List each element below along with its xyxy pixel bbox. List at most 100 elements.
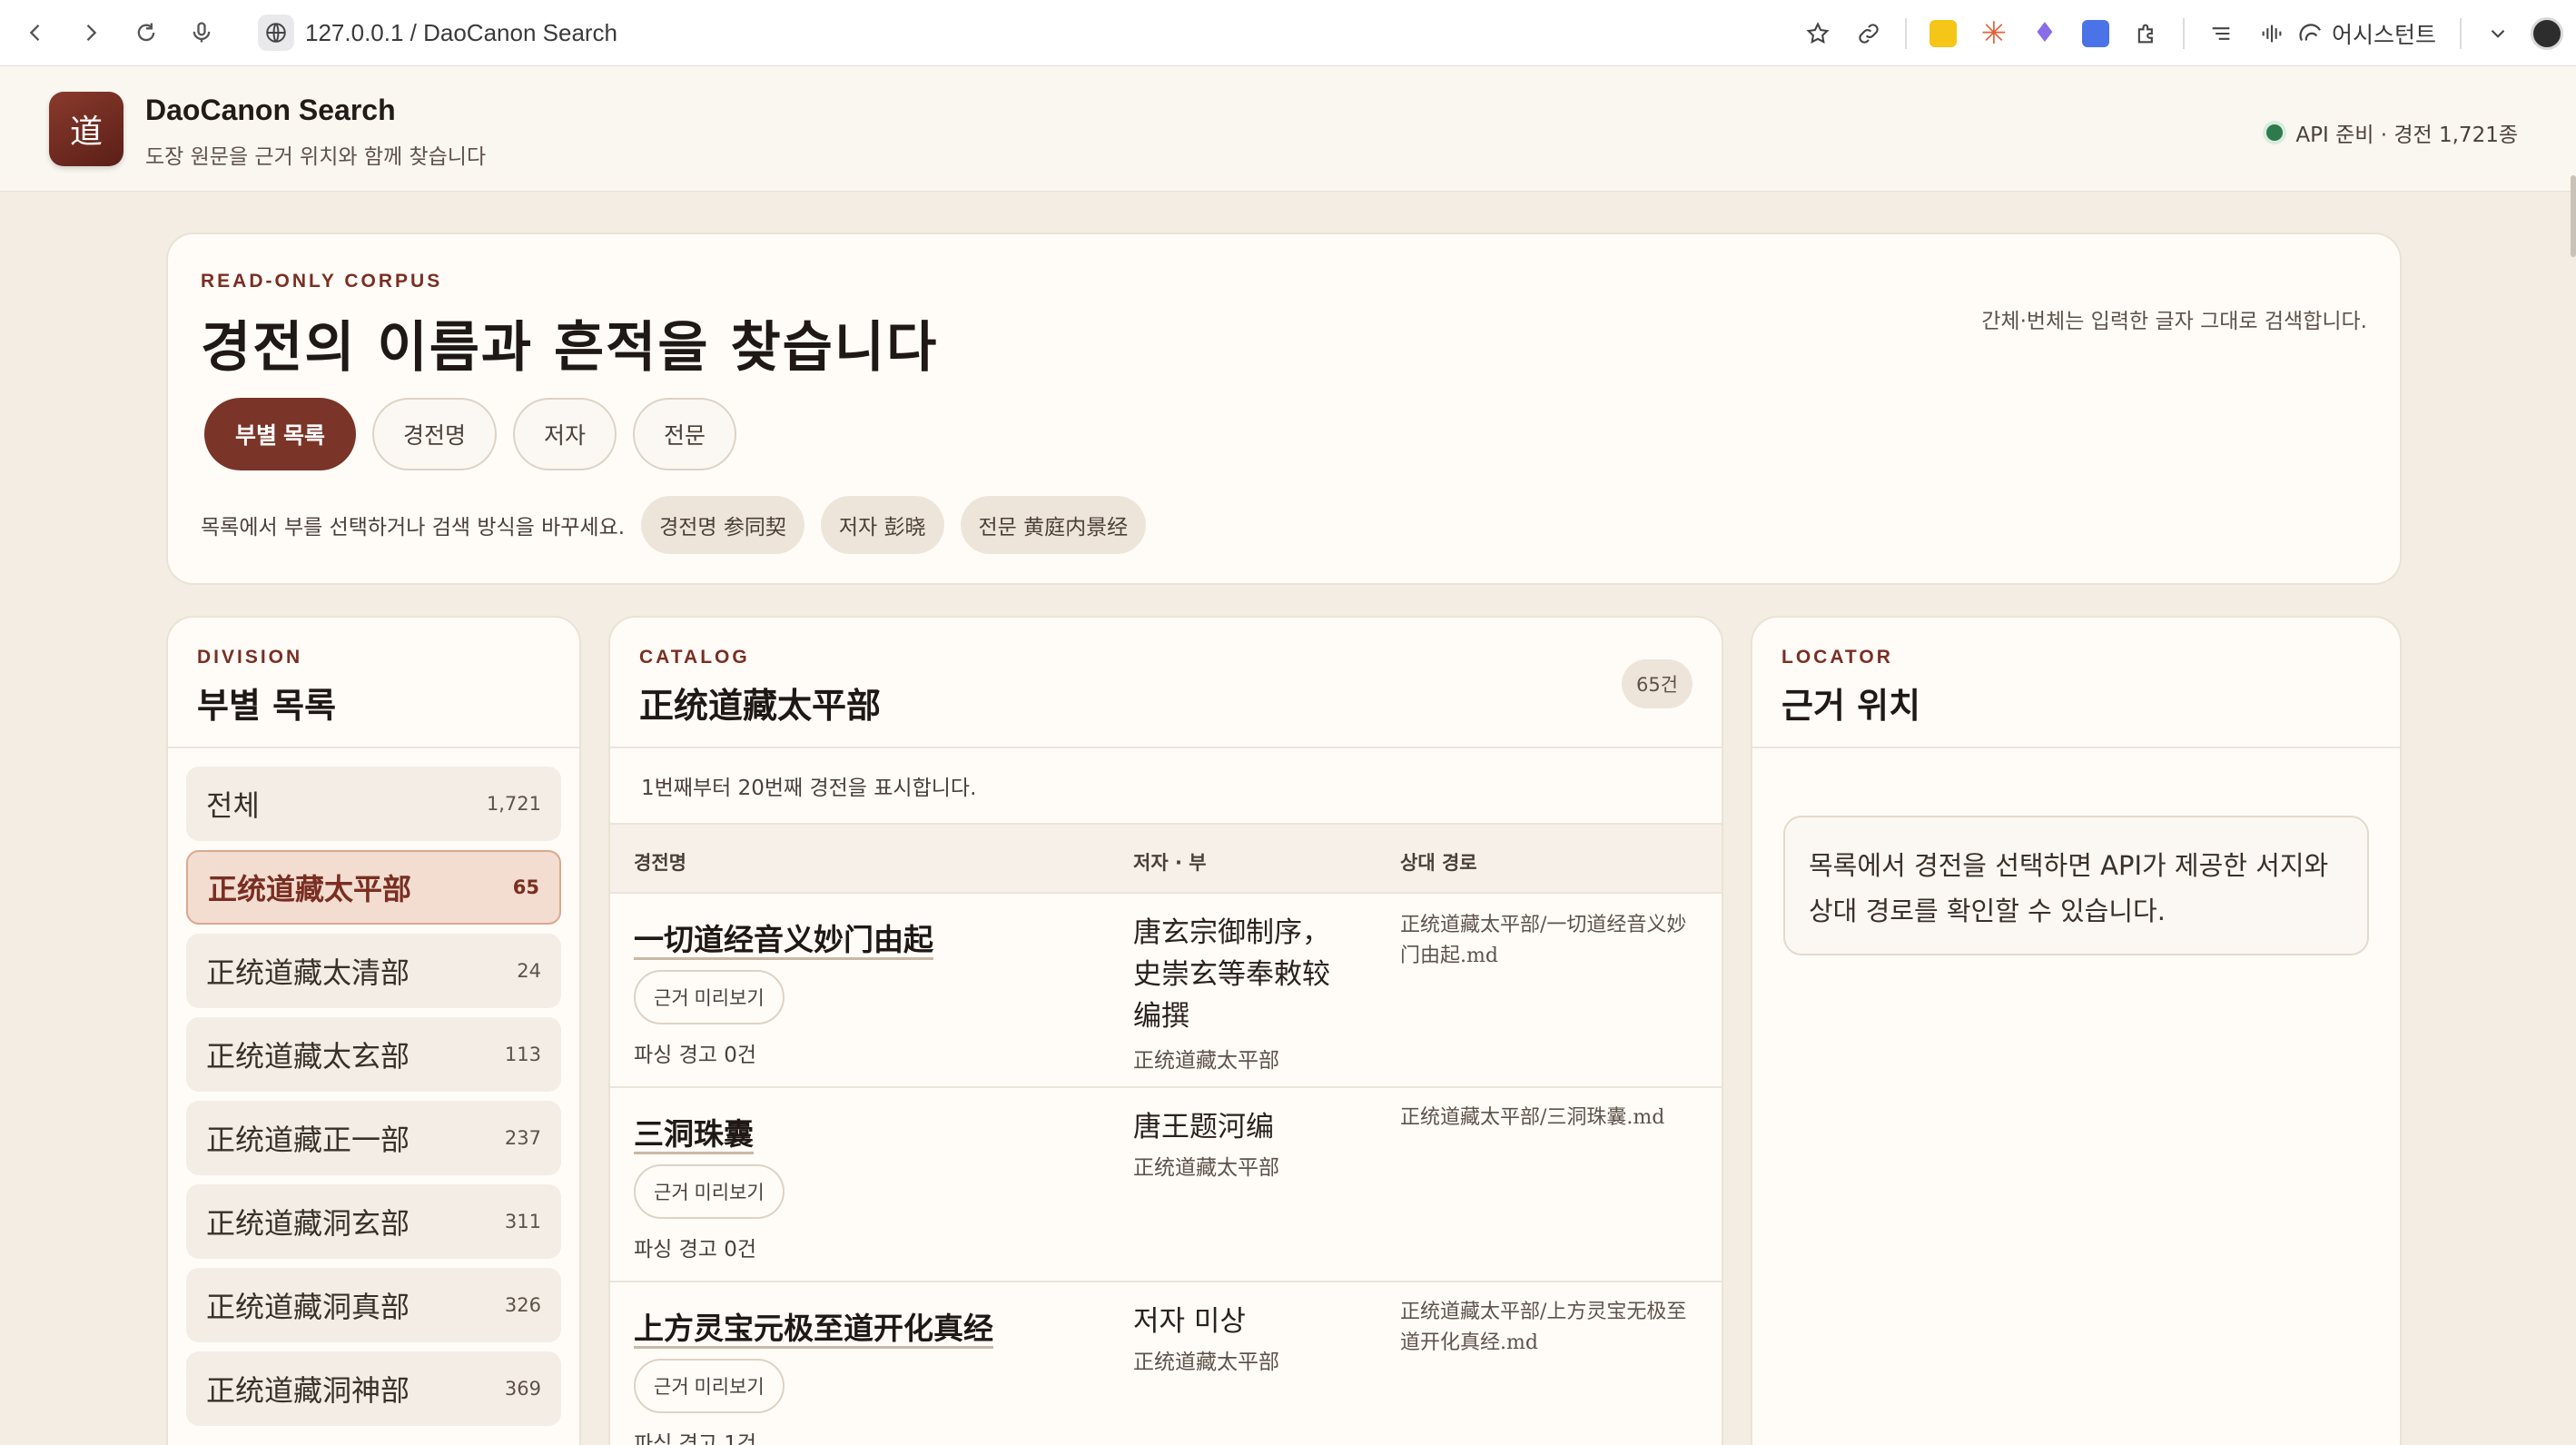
locator-title: 근거 위치 — [1781, 685, 1921, 726]
parse-warning: 파싱 경고 0건 — [634, 1044, 757, 1067]
division-item-name: 正统道藏洞玄部 — [206, 1206, 410, 1241]
author-division: 正统道藏太平部 — [1133, 1351, 1279, 1374]
division-panel: DIVISION 부별 목록 전체 1,721 正统道藏太平部 65 正统道藏太… — [166, 616, 581, 1445]
relative-path: 正统道藏太平部/一切道经音义妙门由起.md — [1400, 914, 1687, 967]
division-item-taixuan[interactable]: 正统道藏太玄部 113 — [186, 1017, 561, 1092]
division-item-dongzhen[interactable]: 正统道藏洞真部 326 — [186, 1268, 561, 1342]
division-item-count: 311 — [504, 1211, 541, 1232]
division-item-count: 237 — [504, 1127, 541, 1149]
chevron-down-icon[interactable] — [2476, 12, 2520, 55]
tab-title[interactable]: 경전명 — [371, 398, 497, 470]
hero-title: 경전의 이름과 흔적을 찾습니다 — [201, 316, 939, 380]
example-chip[interactable]: 전문 黄庭内景经 — [960, 496, 1147, 554]
author-division: 正统道藏太平部 — [1133, 1049, 1279, 1073]
catalog-eyebrow: CATALOG — [639, 647, 750, 668]
author-text: 唐王题河编 — [1133, 1111, 1274, 1143]
profile-avatar[interactable] — [2531, 16, 2563, 50]
scripture-title-link[interactable]: 上方灵宝元极至道开化真经 — [634, 1304, 993, 1348]
evidence-preview-button[interactable]: 근거 미리보기 — [634, 1164, 785, 1219]
relative-path: 正统道藏太平部/三洞珠囊.md — [1400, 1106, 1665, 1129]
extension-flame-icon[interactable]: ♦ — [2023, 12, 2067, 55]
assistant-button[interactable]: 어시스턴트 — [2297, 17, 2436, 50]
microphone-icon[interactable] — [182, 13, 222, 53]
table-row: 三洞珠囊 근거 미리보기 파싱 경고 0건 唐王题河编 正统道藏太平部 正统道藏… — [610, 1088, 1722, 1282]
division-item-name: 正统道藏太清部 — [206, 955, 410, 990]
assistant-label[interactable]: 어시스턴트 — [2332, 17, 2436, 50]
relative-path: 正统道藏太平部/上方灵宝无极至道开化真经.md — [1400, 1301, 1687, 1354]
voice-waveform-icon[interactable] — [2250, 12, 2294, 55]
browser-toolbar: 127.0.0.1 / DaoCanon Search ✳ ♦ 어시스턴트 — [0, 0, 2576, 66]
author-division: 正统道藏太平部 — [1133, 1156, 1279, 1180]
author-text: 저자 미상 — [1133, 1305, 1246, 1338]
extension-note-icon[interactable] — [1921, 12, 1965, 55]
search-mode-tabs: 부별 목록 경전명 저자 전문 — [204, 398, 736, 470]
app-subtitle: 도장 원문을 근거 위치와 함께 찾습니다 — [145, 145, 487, 169]
hint-row: 목록에서 부를 선택하거나 검색 방식을 바꾸세요. 경전명 参同契 저자 彭晓… — [201, 496, 1147, 554]
locator-panel: LOCATOR 근거 위치 목록에서 경전을 선택하면 API가 제공한 서지와… — [1751, 616, 2402, 1445]
catalog-count-badge: 65건 — [1621, 659, 1693, 708]
division-item-zhengyi[interactable]: 正统道藏正一部 237 — [186, 1101, 561, 1175]
extension-spark-icon[interactable]: ✳ — [1972, 12, 2016, 55]
tab-fulltext[interactable]: 전문 — [632, 398, 736, 470]
catalog-table-header: 경전명 저자 · 부 상대 경로 — [610, 825, 1722, 894]
toolbar-divider — [2460, 17, 2462, 49]
division-item-name: 正统道藏太平部 — [208, 872, 412, 906]
catalog-range-note: 1번째부터 20번째 경전을 표시합니다. — [610, 748, 1722, 825]
division-item-all[interactable]: 전체 1,721 — [186, 767, 561, 841]
division-item-taiqing[interactable]: 正统道藏太清部 24 — [186, 934, 561, 1008]
division-item-count: 1,721 — [486, 793, 541, 815]
tab-author[interactable]: 저자 — [512, 398, 617, 470]
column-header-author: 저자 · 부 — [1133, 852, 1207, 874]
column-header-path: 상대 경로 — [1400, 852, 1477, 874]
app-header: 道 DaoCanon Search 도장 원문을 근거 위치와 함께 찾습니다 … — [0, 66, 2576, 192]
address-text[interactable]: 127.0.0.1 / DaoCanon Search — [305, 19, 617, 47]
reload-icon[interactable] — [126, 13, 166, 53]
extension-shield-icon[interactable] — [2074, 12, 2117, 55]
hero-eyebrow: READ-ONLY CORPUS — [201, 271, 443, 292]
division-item-taiping[interactable]: 正统道藏太平部 65 — [186, 850, 561, 925]
division-item-count: 326 — [504, 1294, 541, 1316]
division-item-count: 65 — [512, 876, 539, 898]
locator-empty-message: 목록에서 경전을 선택하면 API가 제공한 서지와 상대 경로를 확인할 수 … — [1783, 816, 2369, 955]
app-logo: 道 — [49, 92, 123, 166]
app-title: DaoCanon Search — [145, 94, 396, 126]
example-chip[interactable]: 경전명 参同契 — [641, 496, 804, 554]
forward-icon[interactable] — [71, 13, 111, 53]
scripture-title-link[interactable]: 一切道经音义妙门由起 — [634, 915, 933, 959]
hero-note: 간체·번체는 입력한 글자 그대로 검색합니다. — [1981, 310, 2367, 333]
catalog-title: 正统道藏太平部 — [639, 685, 882, 726]
scripture-title-link[interactable]: 三洞珠囊 — [634, 1110, 754, 1153]
catalog-panel: CATALOG 正统道藏太平部 65건 1번째부터 20번째 경전을 표시합니다… — [608, 616, 1723, 1445]
scrollbar-thumb[interactable] — [2571, 175, 2576, 257]
parse-warning: 파싱 경고 0건 — [634, 1238, 757, 1262]
tab-division-list[interactable]: 부별 목록 — [204, 398, 356, 470]
bookmark-star-icon[interactable] — [1796, 12, 1840, 55]
page-scrollbar[interactable] — [2571, 66, 2576, 1445]
column-header-title: 경전명 — [634, 852, 686, 874]
division-item-name: 正统道藏洞真部 — [206, 1290, 410, 1324]
division-item-count: 24 — [517, 960, 541, 982]
globe-icon[interactable] — [258, 15, 294, 51]
division-item-name: 正统道藏太玄部 — [206, 1039, 410, 1074]
parse-warning: 파싱 경고 1건 — [634, 1432, 757, 1445]
status-dot-icon — [2266, 124, 2284, 141]
address-bar[interactable]: 127.0.0.1 / DaoCanon Search — [258, 7, 617, 58]
evidence-preview-button[interactable]: 근거 미리보기 — [634, 970, 785, 1024]
division-item-count: 113 — [504, 1044, 541, 1065]
catalog-header: CATALOG 正统道藏太平部 65건 — [610, 618, 1722, 748]
search-hero: READ-ONLY CORPUS 경전의 이름과 흔적을 찾습니다 간체·번체는… — [166, 233, 2402, 585]
api-status-text: API 준비 · 경전 1,721종 — [2295, 124, 2518, 147]
division-item-dongxuan[interactable]: 正统道藏洞玄部 311 — [186, 1184, 561, 1259]
example-chip[interactable]: 저자 彭晓 — [820, 496, 944, 554]
link-icon[interactable] — [1847, 12, 1890, 55]
division-header: DIVISION 부별 목록 — [168, 618, 579, 748]
hint-text: 목록에서 부를 선택하거나 검색 방식을 바꾸세요. — [201, 516, 626, 539]
evidence-preview-button[interactable]: 근거 미리보기 — [634, 1359, 785, 1413]
reading-list-icon[interactable] — [2199, 12, 2243, 55]
table-row: 一切道经音义妙门由起 근거 미리보기 파싱 경고 0건 唐玄宗御制序，史崇玄等奉… — [610, 894, 1722, 1088]
division-item-name: 전체 — [206, 788, 260, 823]
division-eyebrow: DIVISION — [197, 647, 303, 668]
division-item-dongshen[interactable]: 正统道藏洞神部 369 — [186, 1351, 561, 1426]
back-icon[interactable] — [15, 13, 55, 53]
extensions-puzzle-icon[interactable] — [2125, 12, 2168, 55]
